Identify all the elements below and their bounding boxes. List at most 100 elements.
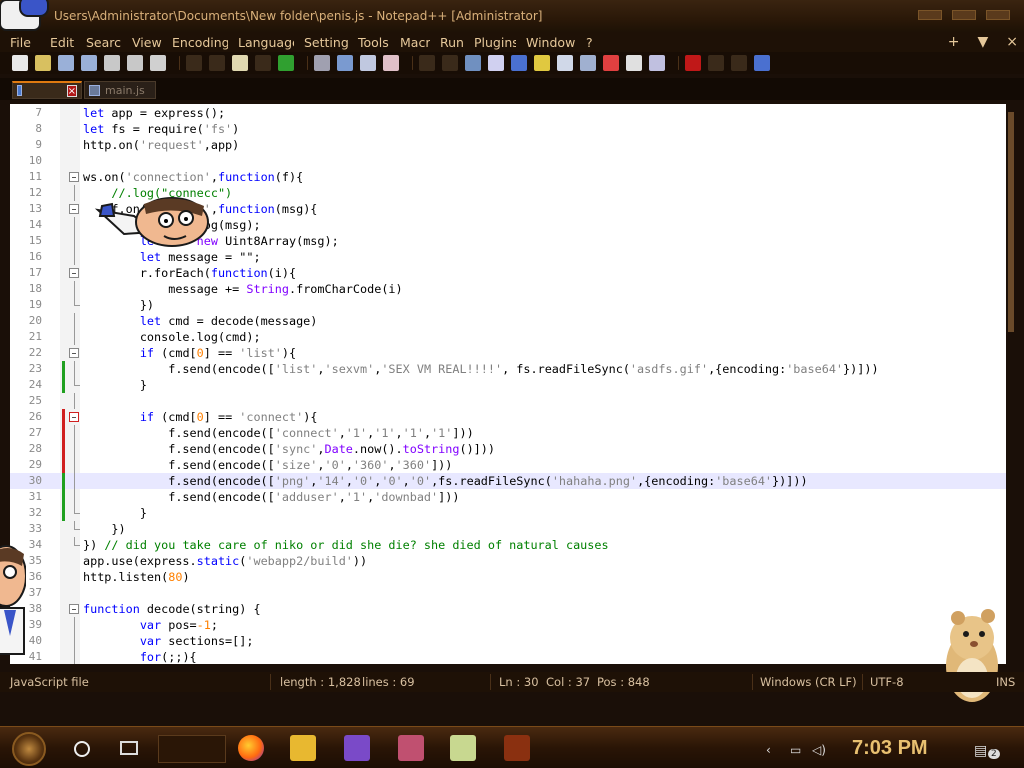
code-text[interactable]: })	[83, 297, 154, 313]
code-text[interactable]: var sections=[];	[83, 633, 254, 649]
fold-toggle-icon[interactable]	[69, 412, 79, 422]
code-line[interactable]: 9 http.on('request',app)	[10, 137, 1016, 153]
notification-icon[interactable]: ▤	[974, 743, 987, 759]
menu-help[interactable]: ?	[576, 35, 600, 50]
menu-window[interactable]: Window	[516, 35, 576, 50]
code-line[interactable]: 28 f.send(encode(['sync',Date.now().toSt…	[10, 441, 1016, 457]
code-text[interactable]: http.listen(80)	[83, 569, 190, 585]
status-insert-mode[interactable]: INS	[996, 675, 1015, 689]
code-line[interactable]: 27 f.send(encode(['connect','1','1','1',…	[10, 425, 1016, 441]
code-text[interactable]: }) // did you take care of niko or did s…	[83, 537, 609, 553]
folder-as-workspace-icon[interactable]	[603, 55, 619, 71]
code-line[interactable]: 18 message += String.fromCharCode(i)	[10, 281, 1016, 297]
vertical-scrollbar[interactable]	[1006, 104, 1016, 664]
notepadpp-icon[interactable]	[450, 735, 476, 761]
tray-chevron-icon[interactable]: ‹	[766, 743, 771, 757]
word-wrap-icon[interactable]	[465, 55, 481, 71]
start-button[interactable]	[12, 732, 46, 766]
code-line[interactable]: 21 console.log(cmd);	[10, 329, 1016, 345]
code-line[interactable]: 10	[10, 153, 1016, 169]
code-line[interactable]: 35 app.use(express.static('webapp2/build'…	[10, 553, 1016, 569]
code-line[interactable]: 39 var pos=-1;	[10, 617, 1016, 633]
code-text[interactable]: f.send(encode(['png','14','0','0','0',fs…	[83, 473, 807, 489]
menu-search[interactable]: Search	[76, 35, 122, 50]
close-all-icon[interactable]	[127, 55, 143, 71]
taskbar-clock[interactable]: 7:03 PM	[852, 737, 928, 760]
code-line[interactable]: 37	[10, 585, 1016, 601]
monitoring-icon[interactable]	[626, 55, 642, 71]
menu-plugins[interactable]: Plugins	[464, 35, 516, 50]
app-character-icon[interactable]	[398, 735, 424, 761]
code-text[interactable]: function decode(string) {	[83, 601, 261, 617]
tab-main-js[interactable]: main.js	[84, 81, 156, 99]
save-all-icon[interactable]	[81, 55, 97, 71]
code-text[interactable]: let app = express();	[83, 105, 225, 121]
close-button[interactable]	[986, 10, 1010, 20]
record-macro-icon[interactable]	[685, 55, 701, 71]
zoom-out-icon[interactable]	[383, 55, 399, 71]
menu-encoding[interactable]: Encoding	[162, 35, 228, 50]
fold-toggle-icon[interactable]	[69, 268, 79, 278]
find-icon[interactable]	[314, 55, 330, 71]
tab-list-icon[interactable]: ▼	[977, 34, 988, 50]
doc-map-icon[interactable]	[557, 55, 573, 71]
code-line[interactable]: 33 })	[10, 521, 1016, 537]
task-view-icon[interactable]	[120, 741, 138, 755]
open-file-icon[interactable]	[35, 55, 51, 71]
menu-settings[interactable]: Settings	[294, 35, 348, 50]
save-icon[interactable]	[58, 55, 74, 71]
code-text[interactable]: }	[83, 505, 147, 521]
fold-toggle-icon[interactable]	[69, 604, 79, 614]
status-eol[interactable]: Windows (CR LF)	[760, 675, 857, 689]
code-text[interactable]: r.forEach(function(i){	[83, 265, 296, 281]
code-text[interactable]: var pos=-1;	[83, 617, 218, 633]
stop-macro-icon[interactable]	[708, 55, 724, 71]
minimize-button[interactable]	[918, 10, 942, 20]
show-all-chars-icon[interactable]	[488, 55, 504, 71]
code-text[interactable]: if (cmd[0] == 'list'){	[83, 345, 296, 361]
code-line[interactable]: 26 if (cmd[0] == 'connect'){	[10, 409, 1016, 425]
code-line[interactable]: 41 for(;;){	[10, 649, 1016, 664]
cut-icon[interactable]	[186, 55, 202, 71]
sync-horizontal-icon[interactable]	[442, 55, 458, 71]
menu-language[interactable]: Language	[228, 35, 294, 50]
code-text[interactable]: console.log(cmd);	[83, 329, 261, 345]
code-line[interactable]: 20 let cmd = decode(message)	[10, 313, 1016, 329]
code-line[interactable]: 30 f.send(encode(['png','14','0','0','0'…	[10, 473, 1016, 489]
code-line[interactable]: 40 var sections=[];	[10, 633, 1016, 649]
code-line[interactable]: 32 }	[10, 505, 1016, 521]
code-line[interactable]: 36 http.listen(80)	[10, 569, 1016, 585]
menu-view[interactable]: View	[122, 35, 162, 50]
tab-active-file[interactable]: ×	[12, 81, 82, 99]
code-lines[interactable]: 7 let app = express(); 8 let fs = require('…	[10, 105, 1016, 664]
copy-icon[interactable]	[209, 55, 225, 71]
code-text[interactable]: if (cmd[0] == 'connect'){	[83, 409, 318, 425]
code-text[interactable]: let fs = require('fs')	[83, 121, 239, 137]
language-icon[interactable]	[534, 55, 550, 71]
code-text[interactable]: ws.on('connection',function(f){	[83, 169, 303, 185]
code-text[interactable]: message += String.fromCharCode(i)	[83, 281, 402, 297]
preview-icon[interactable]	[649, 55, 665, 71]
redo-icon[interactable]	[278, 55, 294, 71]
status-encoding[interactable]: UTF-8	[870, 675, 904, 689]
function-list-icon[interactable]	[580, 55, 596, 71]
close-tab-icon[interactable]: ×	[66, 84, 77, 97]
sync-scroll-icon[interactable]	[419, 55, 435, 71]
code-line[interactable]: 19 })	[10, 297, 1016, 313]
close-file-icon[interactable]	[104, 55, 120, 71]
media-app-icon[interactable]	[504, 735, 530, 761]
fold-toggle-icon[interactable]	[69, 204, 79, 214]
code-text[interactable]: f.send(encode(['adduser','1','downbad'])…	[83, 489, 459, 505]
code-text[interactable]: f.send(encode(['sync',Date.now().toStrin…	[83, 441, 495, 457]
code-text[interactable]: })	[83, 521, 125, 537]
code-text[interactable]: }	[83, 377, 147, 393]
close-doc-icon[interactable]: ×	[1006, 34, 1018, 50]
menu-macro[interactable]: Macro	[390, 35, 430, 50]
fold-toggle-icon[interactable]	[69, 172, 79, 182]
taskbar-search-box[interactable]	[158, 735, 226, 763]
code-line[interactable]: 7 let app = express();	[10, 105, 1016, 121]
zoom-in-icon[interactable]	[360, 55, 376, 71]
menu-file[interactable]: File	[0, 35, 40, 50]
menu-edit[interactable]: Edit	[40, 35, 76, 50]
code-line[interactable]: 31 f.send(encode(['adduser','1','downbad…	[10, 489, 1016, 505]
